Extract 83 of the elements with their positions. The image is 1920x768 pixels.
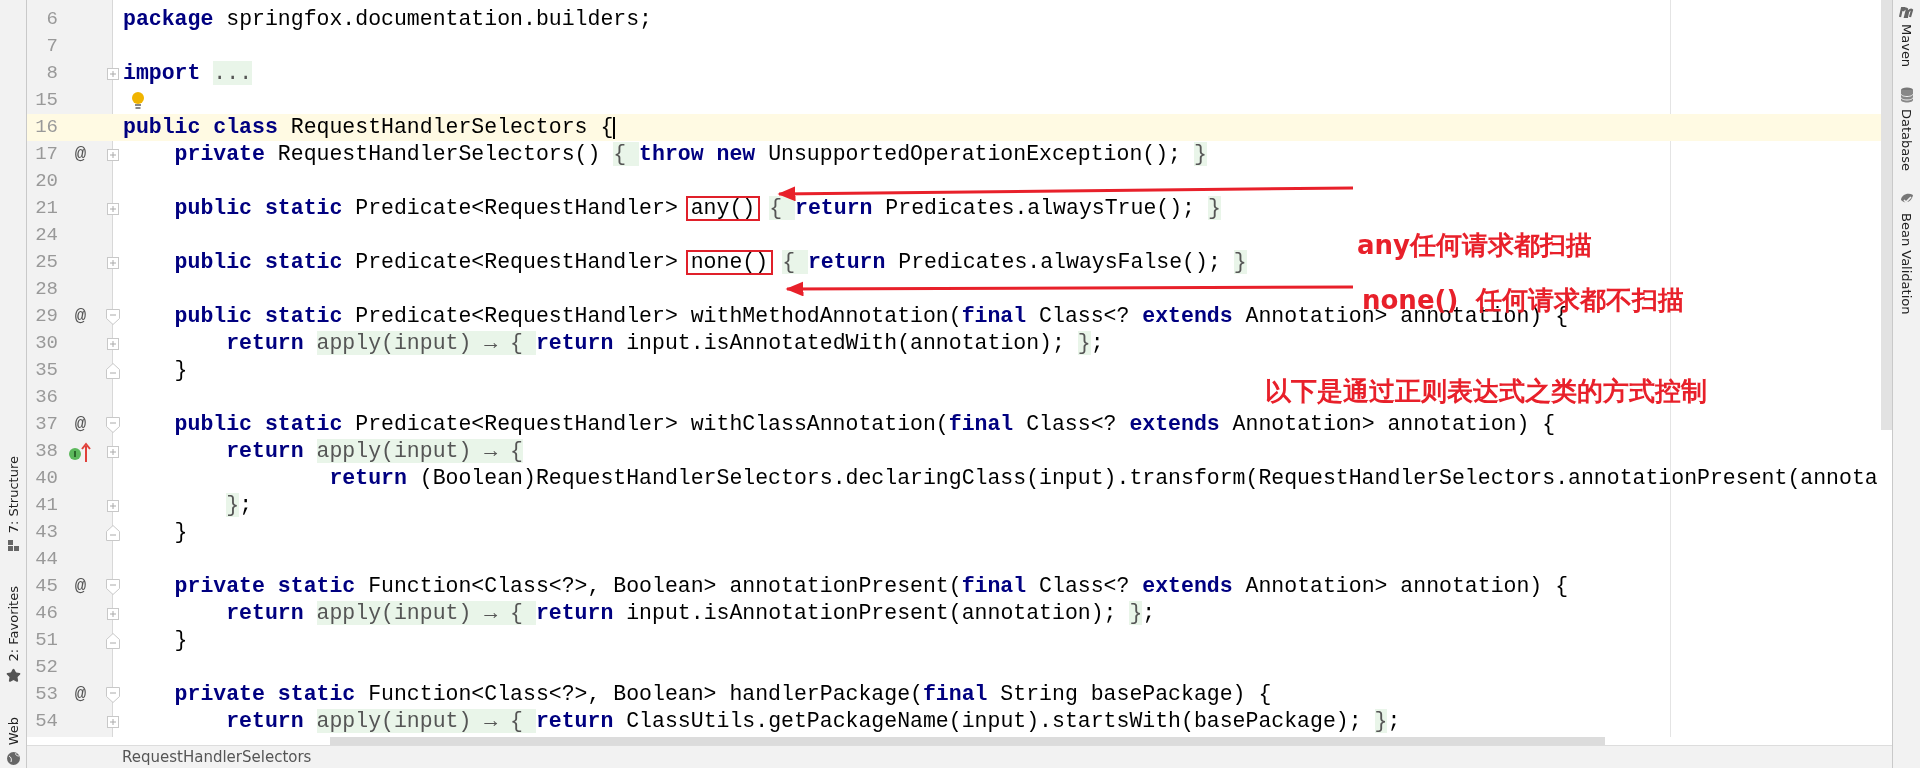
line-number: 36 — [34, 388, 58, 407]
code-line: return (Boolean)RequestHandlerSelectors.declaringClass(input).transform(RequestHandlerSelectors.annotationPresent(annota — [328, 467, 1878, 490]
code-line: public class RequestHandlerSelectors { — [123, 116, 614, 139]
override-marker[interactable]: @ — [74, 577, 87, 596]
line-number: 44 — [34, 550, 58, 569]
line-number: 37 — [34, 415, 58, 434]
line-number: 53 — [34, 685, 58, 704]
code-line: return apply(input) → { return input.isAnnotationPresent(annotation); }; — [225, 602, 1156, 625]
line-number: 45 — [34, 577, 58, 596]
expand-fold-icon[interactable] — [107, 256, 119, 269]
collapse-fold-icon[interactable] — [106, 686, 120, 703]
override-marker[interactable]: @ — [74, 685, 87, 704]
code-line: package springfox.documentation.builders; — [123, 8, 652, 31]
line-number: 21 — [34, 199, 58, 218]
collapse-fold-icon[interactable] — [106, 632, 120, 649]
expand-fold-icon[interactable] — [107, 499, 119, 512]
line-number: 43 — [34, 523, 58, 542]
code-line: return apply(input) → { return input.isAnnotatedWith(annotation); }; — [225, 332, 1104, 355]
implemented-method-icon[interactable] — [67, 440, 94, 463]
collapse-fold-icon[interactable] — [106, 578, 120, 595]
code-line: private RequestHandlerSelectors() { throw new UnsupportedOperationException(); } — [173, 143, 1207, 166]
line-number: 35 — [34, 361, 58, 380]
collapse-fold-icon[interactable] — [106, 362, 120, 379]
line-number: 41 — [34, 496, 58, 515]
tool-window-tab[interactable]: Database — [1899, 109, 1914, 172]
code-line: return apply(input) → { — [225, 440, 523, 463]
collapse-fold-icon[interactable] — [106, 416, 120, 433]
tool-window-tab[interactable]: Web — [5, 716, 21, 745]
line-number: 24 — [34, 226, 58, 245]
tool-window-tab[interactable]: 2: Favorites — [5, 586, 21, 662]
line-number: 17 — [34, 145, 58, 164]
code-line: } — [173, 629, 188, 652]
line-number: 16 — [34, 118, 58, 137]
override-marker[interactable]: @ — [74, 307, 87, 326]
maven-icon — [1898, 6, 1915, 18]
star-icon — [5, 667, 21, 683]
expand-fold-icon[interactable] — [107, 202, 119, 215]
code-line: public static Predicate<RequestHandler> withClassAnnotation(final Class<? extends Annotation> annotation) { — [173, 413, 1556, 436]
line-number: 28 — [34, 280, 58, 299]
annotation-text: any任何请求都扫描 — [1357, 232, 1592, 258]
line-number: 7 — [45, 37, 58, 56]
lightbulb-icon[interactable] — [131, 90, 145, 111]
line-number: 54 — [34, 712, 58, 731]
collapse-fold-icon[interactable] — [106, 308, 120, 325]
code-line: private static Function<Class<?>, Boolean> handlerPackage(final String basePackage) { — [173, 683, 1272, 706]
line-number: 15 — [34, 91, 58, 110]
expand-fold-icon[interactable] — [107, 607, 119, 620]
collapse-fold-icon[interactable] — [106, 524, 120, 541]
override-marker[interactable]: @ — [74, 415, 87, 434]
code-line: public static Predicate<RequestHandler> none() { return Predicates.alwaysFalse(); } — [173, 249, 1247, 276]
vertical-scrollbar[interactable] — [1881, 0, 1892, 430]
structure-icon — [6, 539, 20, 553]
code-line: public static Predicate<RequestHandler> any() { return Predicates.alwaysTrue(); } — [173, 195, 1221, 222]
annotation-text: 以下是通过正则表达式之类的方式控制 — [1265, 378, 1707, 404]
code-line: } — [173, 359, 188, 382]
code-line: } — [173, 521, 188, 544]
horizontal-scrollbar[interactable] — [330, 737, 1605, 745]
line-number: 40 — [34, 469, 58, 488]
expand-fold-icon[interactable] — [107, 148, 119, 161]
code-line: private static Function<Class<?>, Boolean> annotationPresent(final Class<? extends Annotation> annotation) { — [173, 575, 1569, 598]
line-number: 46 — [34, 604, 58, 623]
line-number: 20 — [34, 172, 58, 191]
code-line: import ... — [123, 62, 253, 85]
expand-fold-icon[interactable] — [107, 445, 119, 458]
line-number: 52 — [34, 658, 58, 677]
override-marker[interactable]: @ — [74, 145, 87, 164]
tool-window-tab[interactable]: 7: Structure — [5, 455, 21, 534]
expand-fold-icon[interactable] — [107, 715, 119, 728]
tool-window-tab[interactable]: Bean Validation — [1899, 213, 1914, 315]
breadcrumb[interactable]: RequestHandlerSelectors — [122, 748, 312, 766]
line-number: 29 — [34, 307, 58, 326]
line-number: 38 — [34, 442, 58, 461]
line-number: 30 — [34, 334, 58, 353]
text-caret — [613, 116, 616, 139]
database-icon — [1899, 87, 1914, 104]
line-number: 8 — [45, 64, 58, 83]
tool-window-tab[interactable]: Maven — [1899, 24, 1914, 68]
expand-fold-icon[interactable] — [107, 67, 119, 80]
code-line: return apply(input) → { return ClassUtils.getPackageName(input).startsWith(basePackage); }; — [225, 710, 1401, 733]
line-number: 51 — [34, 631, 58, 650]
line-number: 25 — [34, 253, 58, 272]
expand-fold-icon[interactable] — [107, 337, 119, 350]
line-number: 6 — [45, 10, 58, 29]
